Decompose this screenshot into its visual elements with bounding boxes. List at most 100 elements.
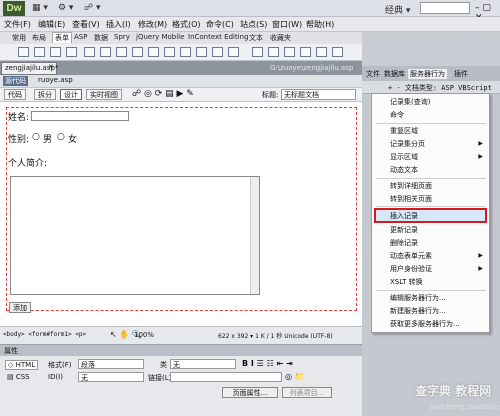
- spry-area-icon[interactable]: [268, 47, 279, 57]
- watermark-url: jiaocheng.chazidian.com: [430, 403, 500, 411]
- menu-item-repeat-region[interactable]: 重复区域: [390, 126, 418, 136]
- spry-pass-icon[interactable]: [316, 47, 327, 57]
- menu-site[interactable]: 站点(S): [240, 19, 267, 30]
- format-select[interactable]: 段落: [78, 359, 144, 369]
- radio-icon[interactable]: [100, 47, 111, 57]
- textarea-icon[interactable]: [66, 47, 77, 57]
- layout-icon[interactable]: ▦ ▾: [32, 3, 48, 13]
- menu-file[interactable]: 文件(F): [4, 19, 31, 30]
- menu-modify[interactable]: 修改(M): [138, 19, 167, 30]
- select-icon[interactable]: [132, 47, 143, 57]
- title-input[interactable]: 无标题文档: [281, 89, 356, 100]
- html-mode-button[interactable]: ◇ HTML: [5, 360, 39, 370]
- css-mode-button[interactable]: ▤ CSS: [5, 373, 32, 381]
- menu-item-recordset[interactable]: 记录集(查询): [390, 97, 430, 107]
- tab-layout[interactable]: 布局: [32, 33, 46, 43]
- spry-select-icon[interactable]: [300, 47, 311, 57]
- tag-selector[interactable]: <body> <form#form1> <p>: [3, 331, 86, 338]
- close-icon[interactable]: ✕: [48, 63, 54, 71]
- file-field-icon[interactable]: [180, 47, 191, 57]
- menu-window[interactable]: 窗口(W): [272, 19, 302, 30]
- tab-jquery-mobile[interactable]: jQuery Mobile: [136, 33, 184, 41]
- menu-item-delete-record[interactable]: 删除记录: [390, 238, 418, 248]
- menu-item-dynamic-form[interactable]: 动态表单元素: [390, 251, 432, 261]
- tab-incontext[interactable]: InContext Editing: [188, 33, 249, 41]
- tab-common[interactable]: 常用: [12, 33, 26, 43]
- workspace-switcher[interactable]: 经典 ▾: [385, 3, 410, 16]
- submit-button[interactable]: 添加: [9, 302, 31, 313]
- menu-item-goto-related[interactable]: 转到相关页面: [390, 194, 432, 204]
- jump-menu-icon[interactable]: [148, 47, 159, 57]
- menu-separator: [376, 123, 486, 124]
- menu-item-user-auth[interactable]: 用户身份验证: [390, 264, 432, 274]
- spry-confirm-icon[interactable]: [332, 47, 343, 57]
- related-file[interactable]: ruoye.asp: [38, 76, 73, 84]
- menu-item-recordset-paging[interactable]: 记录集分页: [390, 139, 425, 149]
- textarea-scrollbar[interactable]: [250, 177, 259, 294]
- tab-asp[interactable]: ASP: [74, 33, 87, 41]
- menu-insert[interactable]: 插入(I): [106, 19, 131, 30]
- tab-files[interactable]: 文件: [366, 69, 380, 79]
- form-icon[interactable]: [18, 47, 29, 57]
- code-view-button[interactable]: 代码: [4, 89, 26, 100]
- doc-path: G:\zuoye\zengjiajilu.asp: [270, 64, 354, 72]
- menu-item-update-record[interactable]: 更新记录: [390, 225, 418, 235]
- list-items-button[interactable]: 列表项目...: [282, 387, 332, 398]
- menu-item-show-region[interactable]: 显示区域: [390, 152, 418, 162]
- menu-item-xslt[interactable]: XSLT 转换: [390, 277, 423, 287]
- menu-item-command[interactable]: 命令: [390, 110, 404, 120]
- menu-item-new-behavior[interactable]: 新建服务器行为...: [390, 306, 446, 316]
- split-view-button[interactable]: 拆分: [34, 89, 56, 100]
- design-view-button[interactable]: 设计: [60, 89, 82, 100]
- class-select[interactable]: 无: [170, 359, 236, 369]
- menu-item-more-behaviors[interactable]: 获取更多服务器行为...: [390, 319, 460, 329]
- hidden-field-icon[interactable]: [50, 47, 61, 57]
- tab-data[interactable]: 数据: [94, 33, 108, 43]
- search-input[interactable]: [420, 2, 470, 14]
- label-icon[interactable]: [212, 47, 223, 57]
- tab-favorites[interactable]: 收藏夹: [270, 33, 291, 43]
- menu-help[interactable]: 帮助(H): [306, 19, 334, 30]
- button-icon[interactable]: [196, 47, 207, 57]
- menu-item-goto-detail[interactable]: 转到详细页面: [390, 181, 432, 191]
- radio-female[interactable]: ○: [57, 132, 65, 142]
- zoom-select[interactable]: 100%: [134, 331, 154, 339]
- related-source[interactable]: 源代码: [3, 76, 28, 86]
- checkbox-icon[interactable]: [84, 47, 95, 57]
- toolbar-icons[interactable]: ☍ ◎ ⟳ ▤ ▶ ✎: [132, 89, 194, 99]
- menu-view[interactable]: 查看(V): [72, 19, 100, 30]
- link-input[interactable]: [170, 372, 282, 382]
- tab-databases[interactable]: 数据库: [384, 69, 405, 79]
- tab-text[interactable]: 文本: [249, 33, 263, 43]
- doc-tab[interactable]: zengjiajilu.asp* ✕: [1, 62, 58, 75]
- menu-command[interactable]: 命令(C): [206, 19, 234, 30]
- name-input[interactable]: [31, 111, 129, 121]
- tab-server-behaviors[interactable]: 服务器行为: [408, 69, 447, 79]
- site-icon[interactable]: ☍ ▾: [84, 3, 101, 13]
- menu-item-insert-record[interactable]: 插入记录: [390, 211, 418, 221]
- tab-extensions[interactable]: 插件: [454, 69, 468, 79]
- app-logo: Dw: [3, 1, 25, 16]
- menu-item-dynamic-text[interactable]: 动态文本: [390, 165, 418, 175]
- fieldset-icon[interactable]: [228, 47, 239, 57]
- size-info: 622 x 392 ▾ 1 K / 1 秒 Unicode (UTF-8): [218, 333, 333, 340]
- tab-forms[interactable]: 表单: [52, 32, 72, 43]
- spry-text-icon[interactable]: [252, 47, 263, 57]
- image-field-icon[interactable]: [164, 47, 175, 57]
- menu-edit[interactable]: 编辑(E): [38, 19, 65, 30]
- id-select[interactable]: 无: [78, 372, 144, 382]
- format-buttons[interactable]: B I ☰ ☷ ⇤ ⇥: [242, 359, 293, 368]
- tab-spry[interactable]: Spry: [114, 33, 130, 41]
- class-label: 类: [160, 361, 167, 369]
- folder-icon[interactable]: ◎ 📁: [285, 372, 304, 381]
- menu-format[interactable]: 格式(O): [172, 19, 201, 30]
- gear-icon[interactable]: ⚙ ▾: [58, 3, 73, 13]
- live-view-button[interactable]: 实时视图: [86, 89, 122, 100]
- text-field-icon[interactable]: [34, 47, 45, 57]
- page-properties-button[interactable]: 页面属性...: [222, 387, 278, 398]
- menu-item-edit-behaviors[interactable]: 编辑服务器行为...: [390, 293, 446, 303]
- radio-male[interactable]: ○: [32, 132, 40, 142]
- intro-textarea[interactable]: [10, 176, 260, 295]
- spry-check-icon[interactable]: [284, 47, 295, 57]
- radio-group-icon[interactable]: [116, 47, 127, 57]
